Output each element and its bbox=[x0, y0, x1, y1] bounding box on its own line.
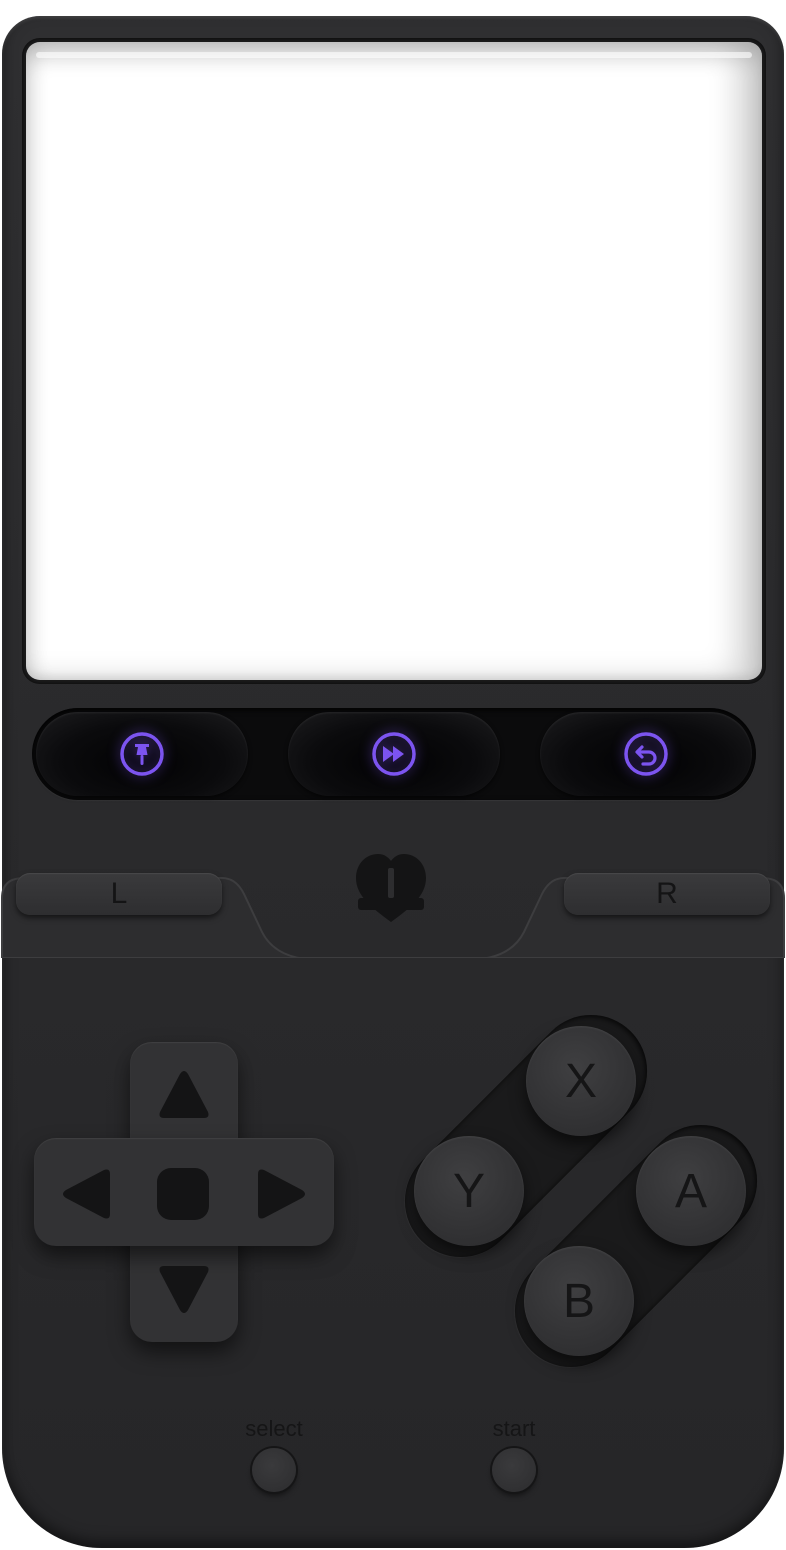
select-button[interactable] bbox=[252, 1448, 296, 1492]
start-button[interactable] bbox=[492, 1448, 536, 1492]
b-button-label: B bbox=[562, 1274, 595, 1328]
a-button[interactable]: A bbox=[636, 1136, 746, 1246]
l-shoulder-button[interactable]: L bbox=[16, 873, 222, 915]
b-button[interactable]: B bbox=[524, 1246, 634, 1356]
a-button-label: A bbox=[674, 1164, 707, 1218]
game-screen[interactable] bbox=[26, 42, 762, 680]
undo-button[interactable] bbox=[540, 712, 752, 796]
y-button[interactable]: Y bbox=[414, 1136, 524, 1246]
screen-bezel bbox=[22, 38, 766, 684]
right-arrow-icon[interactable] bbox=[256, 1166, 308, 1222]
r-shoulder-label: R bbox=[656, 877, 678, 910]
x-button[interactable]: X bbox=[526, 1026, 636, 1136]
fast-forward-icon bbox=[372, 732, 416, 776]
dpad bbox=[34, 1042, 334, 1342]
fast-forward-button[interactable] bbox=[288, 712, 500, 796]
r-shoulder-button[interactable]: R bbox=[564, 873, 770, 915]
left-arrow-icon[interactable] bbox=[60, 1166, 112, 1222]
x-button-label: X bbox=[564, 1054, 597, 1108]
pin-icon bbox=[120, 732, 164, 776]
start-label: start bbox=[492, 1416, 536, 1441]
undo-icon bbox=[624, 732, 668, 776]
select-label: select bbox=[245, 1416, 303, 1441]
pin-button[interactable] bbox=[36, 712, 248, 796]
down-arrow-icon[interactable] bbox=[156, 1264, 212, 1316]
heart-logo-icon bbox=[356, 854, 426, 922]
quick-action-bar bbox=[32, 708, 756, 800]
l-shoulder-label: L bbox=[110, 877, 128, 910]
dpad-center bbox=[157, 1168, 209, 1220]
y-button-label: Y bbox=[452, 1164, 485, 1218]
screen-glare bbox=[36, 52, 752, 58]
up-arrow-icon[interactable] bbox=[156, 1068, 212, 1120]
